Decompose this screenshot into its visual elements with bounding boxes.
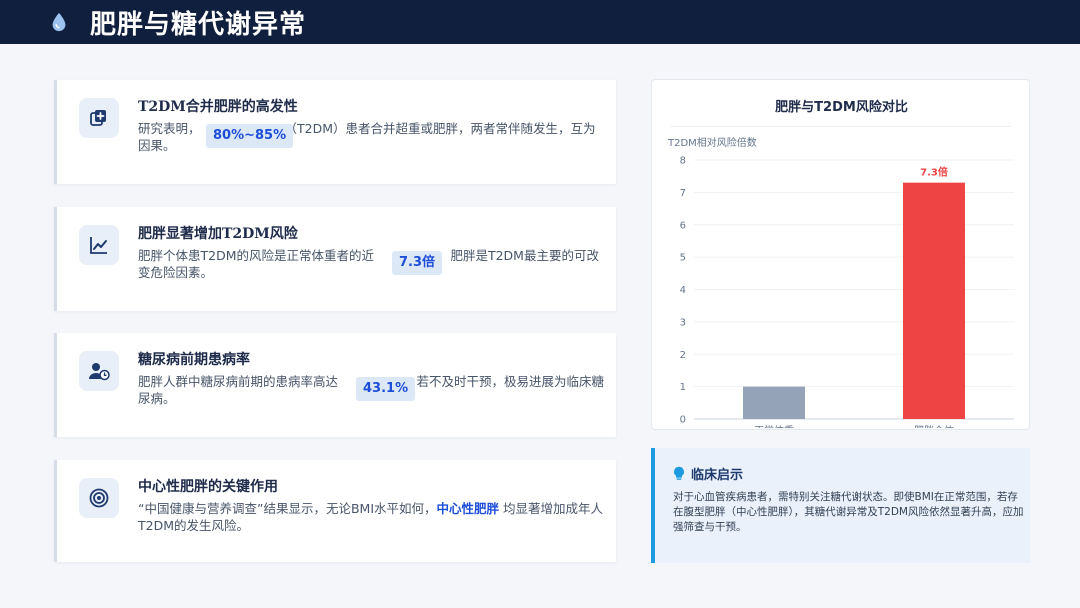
target-icon bbox=[89, 488, 109, 508]
y-tick-label: 1 bbox=[680, 382, 686, 393]
medical-plus-icon bbox=[90, 110, 106, 126]
page-title: 肥胖与糖代谢异常 bbox=[90, 9, 307, 40]
x-tick-label: 正常体重 bbox=[754, 424, 794, 428]
chart-title: 肥胖与T2DM风险对比 bbox=[775, 100, 908, 115]
y-axis-label: T2DM相对风险倍数 bbox=[667, 136, 757, 149]
y-tick-label: 5 bbox=[680, 253, 686, 264]
y-tick-label: 6 bbox=[680, 220, 686, 231]
info-card-prevalence: T2DM合并肥胖的高发性 研究表明， （T2DM）患者合并超重或肥胖，两者常伴随… bbox=[54, 80, 616, 184]
water-drop-icon bbox=[52, 12, 66, 32]
risk-bar-chart: T2DM相对风险倍数 0 1 2 3 4 5 6 7 8 正常体重 肥胖个体 7.3倍 bbox=[667, 136, 1014, 428]
x-tick-label: 肥胖个体 bbox=[914, 425, 954, 428]
info-card-prediabetes: 糖尿病前期患病率 肥胖人群中糖尿病前期的患病率高达 ，若不及时干预，极易进展为临… bbox=[54, 333, 616, 437]
card-title: 肥胖显著增加T2DM风险 bbox=[138, 226, 298, 242]
trend-up-icon bbox=[90, 237, 107, 254]
lightbulb-icon bbox=[674, 466, 684, 480]
highlight-pill: 43.1% bbox=[356, 377, 416, 401]
y-tick-label: 0 bbox=[680, 415, 686, 426]
info-card-central-obesity: 中心性肥胖的关键作用 “中国健康与营养调查”结果显示，无论BMI水平如何，中心性… bbox=[54, 460, 616, 562]
y-tick-label: 7 bbox=[680, 188, 686, 199]
y-tick-label: 4 bbox=[680, 285, 686, 296]
user-clock-icon bbox=[89, 363, 110, 381]
highlight-pill: 80%~85% bbox=[206, 124, 294, 148]
card-text: 肥胖个体患T2DM的风险是正常体重者的近 ，肥胖是T2DM最主要的可改变危险因素… bbox=[138, 248, 599, 280]
bar-normal-weight bbox=[743, 386, 805, 419]
y-tick-label: 3 bbox=[680, 317, 686, 328]
card-title: 糖尿病前期患病率 bbox=[138, 352, 250, 368]
highlight-pill: 7.3倍 bbox=[392, 251, 443, 275]
risk-chart-panel: 肥胖与T2DM风险对比 T2DM相对风险倍数 0 1 2 3 4 5 6 7 8 正常体重 肥胖个体 7… bbox=[651, 79, 1030, 430]
card-title: T2DM合并肥胖的高发性 bbox=[138, 99, 298, 115]
insight-title: 临床启示 bbox=[691, 468, 744, 483]
info-card-risk: 肥胖显著增加T2DM风险 肥胖个体患T2DM的风险是正常体重者的近 ，肥胖是T2… bbox=[54, 207, 616, 311]
y-tick-label: 8 bbox=[680, 156, 686, 167]
central-obesity-highlight: 中心性肥胖 bbox=[436, 501, 500, 516]
page-header: 肥胖与糖代谢异常 bbox=[0, 0, 1080, 44]
clinical-insight-box: 临床启示 对于心血管疾病患者，需特别关注糖代谢状态。即使BMI在正常范围，若存在… bbox=[651, 448, 1030, 563]
data-label: 7.3倍 bbox=[920, 166, 948, 179]
insight-text: 对于心血管疾病患者，需特别关注糖代谢状态。即使BMI在正常范围，若存在腹型肥胖（… bbox=[673, 491, 1024, 533]
card-title: 中心性肥胖的关键作用 bbox=[138, 479, 278, 495]
y-tick-label: 2 bbox=[680, 350, 686, 361]
card-text: “中国健康与营养调查”结果显示，无论BMI水平如何，中心性肥胖 均显著增加成年人… bbox=[138, 501, 603, 533]
bar-obese bbox=[903, 182, 965, 419]
